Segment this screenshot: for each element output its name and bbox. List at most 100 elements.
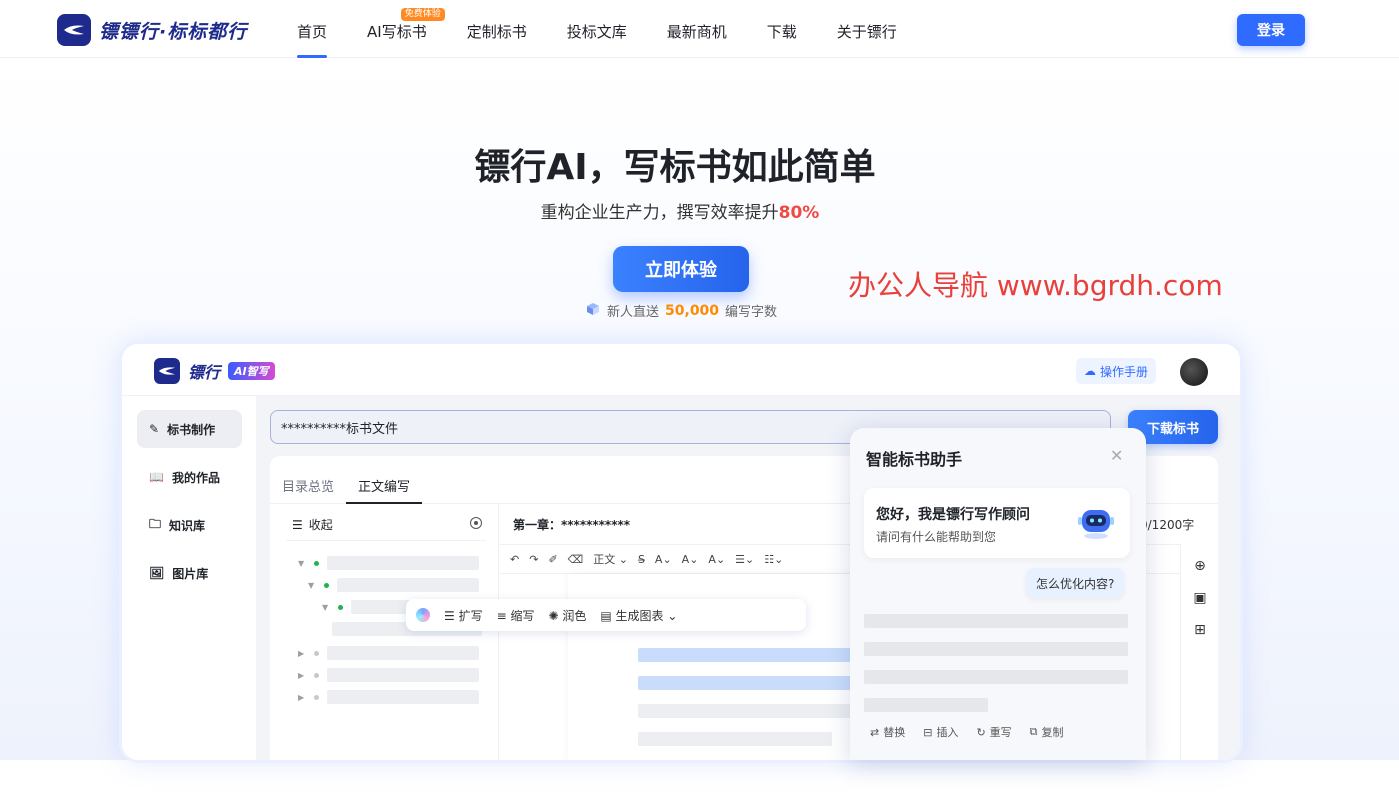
generate-chart-label: 生成图表	[615, 608, 664, 623]
status-dot	[338, 604, 343, 610]
highlight-icon[interactable]: A⌄	[708, 553, 725, 566]
collapse-label: 收起	[308, 518, 333, 532]
user-question-bubble: 怎么优化内容?	[1026, 568, 1125, 598]
try-now-button[interactable]: 立即体验	[613, 246, 749, 292]
expand-button[interactable]: ☰ 扩写	[444, 607, 483, 624]
sidebar-item-images[interactable]: 🖼 图片库	[137, 554, 242, 592]
app-topbar: 镖行 AI智写 ☁ 操作手册	[122, 344, 1240, 396]
shorten-label: 缩写	[510, 608, 535, 623]
nav-opportunities[interactable]: 最新商机	[667, 0, 727, 58]
nav-label: 关于镖行	[836, 23, 897, 41]
manual-icon: ☁	[1084, 364, 1096, 378]
replace-button[interactable]: ⇄ 替换	[870, 724, 905, 740]
tab-body-writing[interactable]: 正文编写	[346, 476, 423, 504]
nav-custom-bid[interactable]: 定制标书	[467, 0, 527, 58]
generate-chart-button[interactable]: ▤ 生成图表 ⌄	[600, 607, 677, 624]
font-color-label: A	[681, 552, 690, 566]
hero-title: 镖行AI，写标书如此简单	[474, 147, 876, 188]
sidebar-label: 标书制作	[167, 422, 216, 437]
polish-button[interactable]: ✺ 润色	[548, 607, 586, 624]
copy-button[interactable]: ⧉ 复制	[1030, 724, 1064, 740]
strikethrough-icon[interactable]: S̶	[638, 553, 645, 566]
rewrite-button[interactable]: ↻ 重写	[976, 724, 1011, 740]
free-trial-badge: 免费体验	[400, 8, 445, 21]
nav-ai-write[interactable]: AI写标书 免费体验	[367, 0, 445, 58]
ai-tag: AI智写	[228, 362, 275, 380]
image-insert-icon[interactable]: ▣	[1192, 590, 1208, 606]
font-size-label: A	[654, 552, 663, 566]
undo-icon[interactable]: ↶	[510, 553, 519, 566]
logo-mark-icon	[57, 14, 91, 46]
chevron-down-icon: ▼	[308, 580, 315, 590]
nav-label: 投标文库	[566, 23, 627, 41]
login-button[interactable]: 登录	[1237, 14, 1305, 46]
selected-text	[638, 648, 868, 662]
status-dot	[324, 582, 329, 588]
nav-label: 下载	[766, 23, 797, 41]
manual-label: 操作手册	[1100, 364, 1149, 379]
smart-assistant-panel: 智能标书助手 ✕ 您好，我是镖行写作顾问 请问有什么能帮助到您 怎么优化内容? …	[850, 428, 1146, 760]
toc-settings-icon[interactable]	[470, 517, 482, 529]
brand-logo[interactable]: 镖镖行·标标都行	[57, 14, 247, 46]
insert-label: 插入	[936, 726, 959, 739]
chevron-right-icon: ▶	[298, 692, 305, 702]
redo-icon[interactable]: ↷	[529, 553, 538, 566]
comment-add-icon[interactable]: ⊞	[1192, 622, 1208, 638]
font-color-icon[interactable]: A⌄	[682, 553, 699, 566]
bullet-list-icon[interactable]: ☷⌄	[764, 553, 783, 566]
globe-icon[interactable]: ⊕	[1192, 558, 1208, 574]
format-painter-icon[interactable]: ✐	[548, 553, 557, 566]
copy-label: 复制	[1041, 726, 1064, 739]
nav-label: 定制标书	[466, 23, 527, 41]
divider	[286, 540, 486, 541]
app-logo-icon	[154, 358, 180, 384]
toc-collapse-button[interactable]: ☰ 收起	[292, 516, 333, 533]
nav-download[interactable]: 下载	[767, 0, 797, 58]
sidebar-item-my-works[interactable]: 📖 我的作品	[137, 458, 242, 496]
toc-item[interactable]: ▶	[298, 646, 479, 660]
nav-bid-library[interactable]: 投标文库	[567, 0, 627, 58]
answer-placeholder	[864, 670, 1128, 684]
ordered-list-icon[interactable]: ☰⌄	[735, 553, 754, 566]
sidebar-label: 知识库	[169, 518, 206, 533]
status-dot	[314, 694, 319, 700]
nav-label: 首页	[297, 23, 328, 41]
highlight-label: A	[708, 552, 716, 566]
nav-home[interactable]: 首页	[297, 0, 328, 58]
font-size-icon[interactable]: A⌄	[655, 553, 672, 566]
hero-subtitle: 重构企业生产力，撰写效率提升80%	[0, 198, 1360, 223]
gift-prefix: 新人直送	[607, 305, 660, 320]
text-placeholder	[638, 704, 868, 718]
user-avatar[interactable]	[1180, 358, 1208, 386]
ai-float-toolbar: ☰ 扩写 ≡ 缩写 ✺ 润色 ▤ 生成图表 ⌄	[406, 599, 806, 631]
toc-item[interactable]: ▶	[298, 668, 479, 682]
status-dot	[314, 650, 319, 656]
gift-suffix: 编写字数	[725, 305, 778, 320]
manual-button[interactable]: ☁ 操作手册	[1076, 358, 1157, 384]
brand-name: 镖镖行·标标都行	[99, 20, 248, 43]
pen-icon: ✎	[149, 422, 160, 436]
app-name: 镖行	[188, 363, 221, 382]
gift-amount: 50,000	[665, 302, 720, 319]
sidebar-label: 我的作品	[171, 470, 220, 485]
close-icon[interactable]: ✕	[1110, 446, 1123, 465]
toc-item[interactable]: ▶	[298, 690, 479, 704]
nav-about[interactable]: 关于镖行	[837, 0, 897, 58]
robot-icon	[1076, 504, 1116, 540]
toc-item[interactable]: ▼	[308, 578, 479, 592]
insert-button[interactable]: ⊟ 插入	[923, 724, 958, 740]
chapter-title: 第一章：***********	[513, 518, 631, 532]
paragraph-style-select[interactable]: 正文 ⌄	[593, 551, 628, 567]
sidebar-item-knowledge[interactable]: 🗀 知识库	[137, 506, 242, 544]
gift-icon	[585, 302, 601, 320]
sidebar-item-bid-making[interactable]: ✎ 标书制作	[137, 410, 242, 448]
tab-toc-overview[interactable]: 目录总览	[282, 476, 334, 504]
nav-label: 最新商机	[666, 23, 727, 41]
shorten-button[interactable]: ≡ 缩写	[497, 607, 535, 624]
toc-item[interactable]: ▼	[298, 556, 479, 570]
replace-icon: ⇄	[870, 725, 880, 739]
answer-actions: ⇄ 替换 ⊟ 插入 ↻ 重写 ⧉ 复制	[870, 724, 1064, 740]
assistant-greeting-card: 您好，我是镖行写作顾问 请问有什么能帮助到您	[864, 488, 1130, 558]
eraser-icon[interactable]: ⌫	[568, 553, 584, 566]
status-dot	[314, 560, 319, 566]
